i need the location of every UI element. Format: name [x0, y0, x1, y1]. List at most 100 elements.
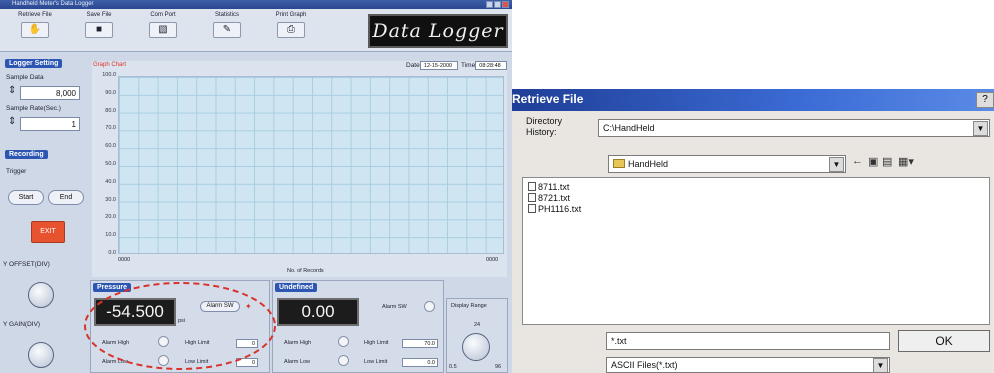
file-name: 8721.txt — [538, 193, 571, 203]
undefined-alarm-high-led — [338, 336, 349, 347]
port-icon: ▧ — [149, 22, 177, 38]
folder-icon — [613, 159, 625, 168]
file-icon — [528, 204, 536, 213]
trigger-label: Trigger — [6, 168, 27, 175]
file-icon — [528, 193, 536, 202]
help-button[interactable]: ? — [976, 92, 994, 108]
retrieve-file-button[interactable]: Retrieve File ✋ — [4, 11, 66, 49]
chevron-down-icon[interactable]: ▼ — [829, 157, 844, 172]
title-bar: Handheld Meter's Data Logger — [0, 0, 512, 9]
back-arrow-icon[interactable]: ← — [852, 155, 863, 167]
display-range-mark-top: 24 — [474, 322, 481, 328]
sample-data-spinner[interactable]: ⇕ — [8, 85, 16, 96]
graph-plot-area — [118, 76, 504, 254]
ok-button[interactable]: OK — [898, 330, 990, 352]
undefined-low-limit-input[interactable]: 0.0 — [402, 358, 438, 367]
file-item[interactable]: 8711.txt — [528, 182, 569, 192]
filetype-value: ASCII Files(*.txt) — [611, 360, 678, 370]
y-tick-label: 20.0 — [105, 214, 116, 221]
display-range-mark-left: 0.5 — [449, 364, 457, 370]
file-name: PH1116.txt — [538, 204, 582, 214]
time-value: 08:28:48 — [475, 61, 507, 70]
stats-icon: ✎ — [213, 22, 241, 38]
undefined-alarm-low-label: Alarm Low — [284, 359, 310, 365]
directory-history-label: Directory History: — [526, 116, 563, 137]
undefined-title: Undefined — [275, 283, 318, 292]
statistics-label: Statistics — [214, 12, 239, 18]
data-logger-window: Handheld Meter's Data Logger Retrieve Fi… — [0, 0, 512, 373]
recording-title: Recording — [5, 150, 48, 159]
com-port-button[interactable]: Com Port ▧ — [132, 11, 194, 49]
display-range-knob[interactable] — [462, 333, 490, 361]
file-item[interactable]: 8721.txt — [528, 193, 570, 203]
y-offset-knob[interactable] — [28, 282, 54, 308]
sample-rate-input[interactable]: 1 — [20, 117, 80, 131]
directory-history-combo[interactable]: C:\HandHeld ▼ — [598, 119, 990, 137]
view-menu-icon[interactable]: ▦▾ — [898, 155, 914, 168]
sample-rate-label: Sample Rate(Sec.) — [6, 105, 61, 112]
sample-rate-spinner[interactable]: ⇕ — [8, 116, 16, 127]
undefined-high-limit-label: High Limit — [364, 340, 389, 346]
folder-combo[interactable]: HandHeld ▼ — [608, 155, 846, 173]
close-icon[interactable] — [502, 1, 509, 8]
file-list[interactable]: 8711.txt 8721.txt PH1116.txt — [522, 177, 990, 325]
dialog-title: Retrieve File — [512, 92, 584, 106]
undefined-alarm-sw-toggle[interactable] — [424, 301, 435, 312]
minimize-icon[interactable] — [486, 1, 493, 8]
y-tick-label: 90.0 — [105, 89, 116, 96]
y-tick-label: 30.0 — [105, 196, 116, 203]
y-tick-label: 100.0 — [102, 72, 116, 78]
display-range-label: Display Range — [451, 303, 487, 309]
display-range-mark-right: 96 — [495, 364, 502, 370]
printer-icon: ⎙ — [277, 22, 305, 38]
file-name: 8711.txt — [538, 182, 570, 192]
retrieve-file-label: Retrieve File — [18, 12, 52, 18]
x-start-tick: 0000 — [118, 257, 131, 263]
floppy-icon: ■ — [85, 22, 113, 38]
y-tick-label: 10.0 — [105, 232, 116, 239]
file-icon — [528, 182, 536, 191]
chevron-down-icon[interactable]: ▼ — [873, 358, 888, 372]
graph-chart-title: Graph Chart — [93, 62, 127, 68]
x-axis-label: No. of Records — [287, 268, 324, 274]
chevron-down-icon[interactable]: ▼ — [973, 121, 988, 136]
undefined-high-limit-input[interactable]: 70.0 — [402, 339, 438, 348]
undefined-low-limit-label: Low Limit — [364, 359, 388, 365]
y-tick-label: 40.0 — [105, 178, 116, 185]
save-file-button[interactable]: Save File ■ — [68, 11, 130, 49]
time-label: Time — [461, 62, 476, 69]
x-end-tick: 0000 — [486, 257, 499, 263]
undefined-alarm-low-led — [338, 355, 349, 366]
hand-icon: ✋ — [21, 22, 49, 38]
maximize-icon[interactable] — [494, 1, 501, 8]
data-logger-logo: Data Logger — [368, 14, 508, 48]
y-tick-label: 0.0 — [108, 250, 116, 256]
y-tick-label: 70.0 — [105, 125, 116, 132]
annotation-ellipse — [84, 282, 276, 370]
window-title: Handheld Meter's Data Logger — [12, 1, 94, 7]
dialog-title-bar: Retrieve File ? — [512, 89, 994, 111]
filetype-combo[interactable]: ASCII Files(*.txt) ▼ — [606, 357, 890, 373]
print-graph-label: Print Graph — [275, 12, 307, 18]
y-tick-label: 60.0 — [105, 143, 116, 150]
undefined-alarm-high-label: Alarm High — [284, 340, 312, 346]
save-file-label: Save File — [86, 12, 112, 18]
print-graph-button[interactable]: Print Graph ⎙ — [260, 11, 322, 49]
file-item[interactable]: PH1116.txt — [528, 204, 581, 214]
y-tick-label: 80.0 — [105, 107, 116, 114]
exit-button[interactable]: EXIT — [31, 221, 65, 243]
y-gain-knob[interactable] — [28, 342, 54, 368]
new-folder-icon[interactable]: ▤ — [882, 155, 892, 168]
filename-input[interactable]: *.txt — [606, 332, 890, 350]
up-folder-icon[interactable]: ▣ — [868, 155, 878, 168]
logger-setting-title: Logger Setting — [5, 59, 63, 68]
statistics-button[interactable]: Statistics ✎ — [196, 11, 258, 49]
y-offset-label: Y OFFSET(DIV) — [3, 261, 50, 268]
end-button[interactable]: End — [48, 190, 84, 205]
start-button[interactable]: Start — [8, 190, 44, 205]
date-label: Date — [406, 62, 420, 69]
undefined-display: 0.00 — [277, 298, 359, 326]
y-tick-label: 50.0 — [105, 161, 116, 167]
undefined-alarm-sw-label: Alarm SW — [382, 304, 407, 310]
sample-data-input[interactable]: 8,000 — [20, 86, 80, 100]
